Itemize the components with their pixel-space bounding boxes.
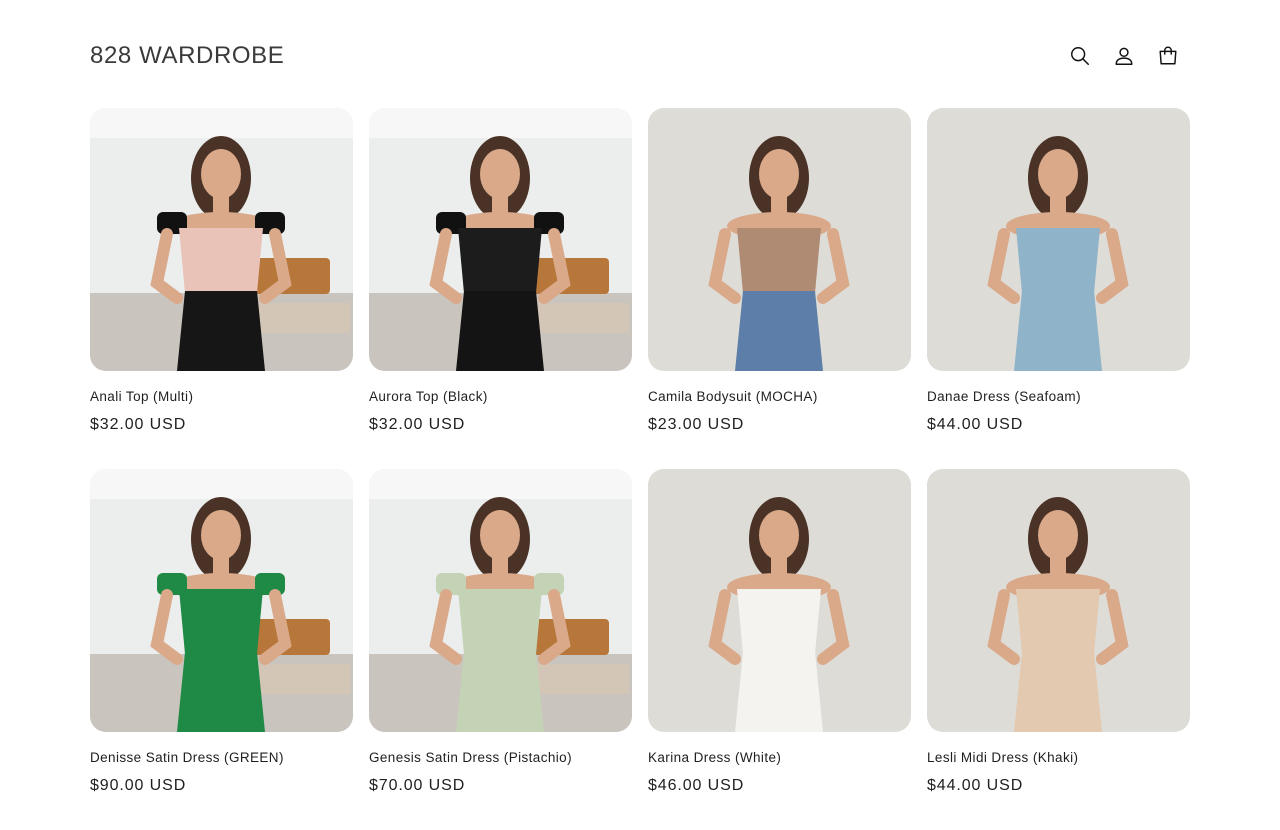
site-header: 828 WARDROBE [90, 36, 1190, 80]
product-photo [927, 108, 1190, 371]
product-title[interactable]: Anali Top (Multi) [90, 388, 353, 406]
product-title[interactable]: Danae Dress (Seafoam) [927, 388, 1190, 406]
product-photo [90, 469, 353, 732]
product-image[interactable] [90, 469, 353, 732]
account-icon [1113, 45, 1135, 72]
product-photo [927, 469, 1190, 732]
product-price: $44.00 USD [927, 777, 1024, 794]
product-card[interactable]: Aurora Top (Black) $32.00 USD [369, 108, 632, 469]
product-photo [369, 469, 632, 732]
store-logo[interactable]: 828 WARDROBE [90, 42, 284, 70]
product-price: $46.00 USD [648, 777, 745, 794]
product-card[interactable]: Genesis Satin Dress (Pistachio) $70.00 U… [369, 469, 632, 830]
product-card[interactable]: Lesli Midi Dress (Khaki) $44.00 USD [927, 469, 1190, 830]
product-image[interactable] [927, 108, 1190, 371]
product-card[interactable]: Danae Dress (Seafoam) $44.00 USD [927, 108, 1190, 469]
product-card[interactable]: Camila Bodysuit (MOCHA) $23.00 USD [648, 108, 911, 469]
product-image[interactable] [369, 469, 632, 732]
search-icon [1069, 45, 1091, 72]
header-icons [1058, 36, 1190, 80]
product-title[interactable]: Aurora Top (Black) [369, 388, 632, 406]
product-title[interactable]: Genesis Satin Dress (Pistachio) [369, 749, 632, 767]
product-image[interactable] [927, 469, 1190, 732]
product-title[interactable]: Denisse Satin Dress (GREEN) [90, 749, 353, 767]
product-price: $32.00 USD [369, 416, 466, 433]
product-photo [369, 108, 632, 371]
product-image[interactable] [369, 108, 632, 371]
cart-icon [1157, 45, 1179, 72]
product-price: $44.00 USD [927, 416, 1024, 433]
search-button[interactable] [1058, 36, 1102, 80]
product-title[interactable]: Lesli Midi Dress (Khaki) [927, 749, 1190, 767]
product-price: $70.00 USD [369, 777, 466, 794]
product-photo [90, 108, 353, 371]
product-title[interactable]: Camila Bodysuit (MOCHA) [648, 388, 911, 406]
product-photo [648, 469, 911, 732]
product-price: $23.00 USD [648, 416, 745, 433]
account-button[interactable] [1102, 36, 1146, 80]
product-image[interactable] [648, 469, 911, 732]
product-price: $32.00 USD [90, 416, 187, 433]
product-photo [648, 108, 911, 371]
cart-button[interactable] [1146, 36, 1190, 80]
product-card[interactable]: Karina Dress (White) $46.00 USD [648, 469, 911, 830]
product-image[interactable] [648, 108, 911, 371]
product-image[interactable] [90, 108, 353, 371]
product-card[interactable]: Anali Top (Multi) $32.00 USD [90, 108, 353, 469]
product-title[interactable]: Karina Dress (White) [648, 749, 911, 767]
product-price: $90.00 USD [90, 777, 187, 794]
product-card[interactable]: Denisse Satin Dress (GREEN) $90.00 USD [90, 469, 353, 830]
product-grid: Anali Top (Multi) $32.00 USD Aurora Top … [90, 108, 1190, 830]
